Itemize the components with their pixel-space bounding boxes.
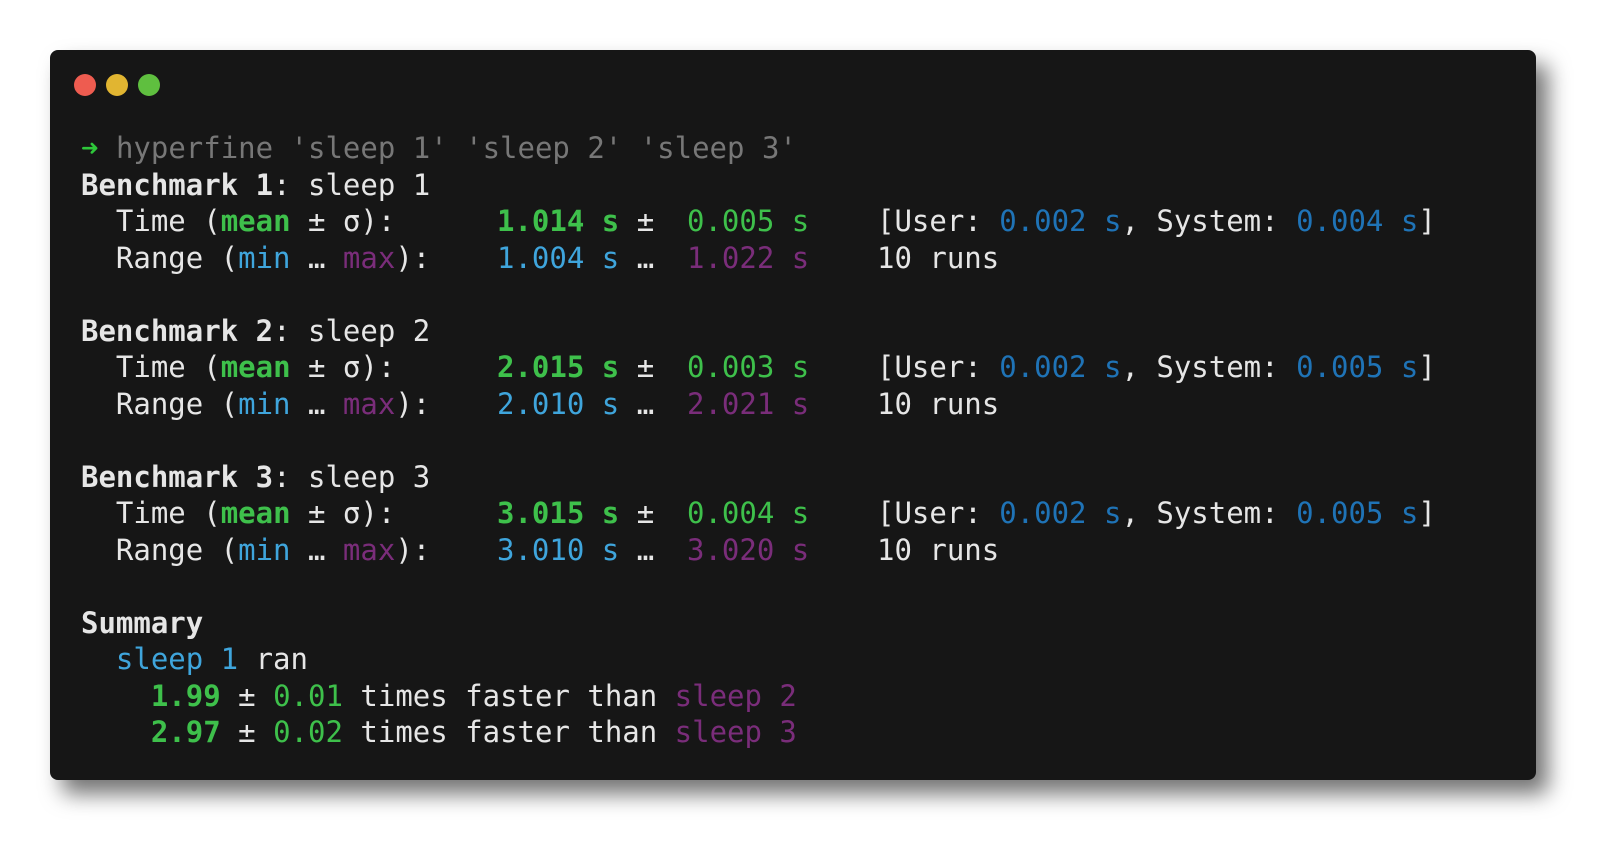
- mean-value: 3.015 s: [497, 496, 620, 530]
- system-time-value: 0.005: [1296, 496, 1384, 530]
- max-value: 1.022 s: [687, 240, 810, 275]
- range-line: Range (min … max): 3.010 s … 3.020 s 10 run…: [81, 532, 1436, 569]
- min-cell: 1.004 s …: [497, 240, 655, 275]
- minimize-button[interactable]: [106, 74, 128, 96]
- user-time-value: 0.002: [999, 496, 1087, 530]
- compared-command: sleep 2: [674, 678, 797, 713]
- benchmark-name: sleep 3: [307, 459, 431, 494]
- speedup-error: 0.02: [273, 715, 343, 749]
- close-button[interactable]: [74, 74, 96, 96]
- user-system-times: [User: 0.002 s, System: 0.005 s]: [877, 496, 1436, 530]
- mean-cell: 3.015 s ±: [497, 496, 655, 530]
- mean-cell: 2.015 s ±: [497, 350, 655, 384]
- sigma-value: 0.005 s: [687, 204, 810, 238]
- range-label: Range (min … max):: [115, 386, 431, 421]
- benchmark-header: Benchmark 2: sleep 2: [81, 313, 431, 348]
- terminal-window: ➜ hyperfine 'sleep 1' 'sleep 2' 'sleep 3…: [50, 50, 1536, 780]
- run-count: 10 runs: [877, 532, 1000, 567]
- benchmark-header: Benchmark 1: sleep 1: [81, 167, 431, 202]
- sigma-cell: 0.005 s: [687, 203, 877, 240]
- mean-cell: 1.014 s ±: [497, 204, 655, 238]
- speedup-ratio: 1.99: [150, 678, 221, 713]
- benchmark-label: Benchmark 3: [81, 459, 274, 494]
- time-label: Time (mean ± σ):: [115, 204, 396, 238]
- fastest-command: sleep 1: [115, 642, 239, 676]
- run-count: 10 runs: [877, 386, 1000, 421]
- sigma-cell: 0.004 s: [687, 495, 877, 532]
- min-value: 1.004 s: [497, 240, 620, 275]
- benchmark-label: Benchmark 1: [81, 167, 274, 202]
- sigma-cell: 0.003 s: [687, 349, 877, 386]
- min-value: 2.010 s: [497, 386, 620, 421]
- system-time-value: 0.005: [1296, 350, 1384, 384]
- summary-fastest-line: sleep 1 ran: [115, 642, 308, 676]
- time-line: Time (mean ± σ): 1.014 s ± 0.005 s [User: 0…: [81, 203, 1436, 240]
- user-time-value: 0.002: [999, 204, 1087, 238]
- sigma-value: 0.003 s: [687, 350, 810, 384]
- command-text: hyperfine 'sleep 1' 'sleep 2' 'sleep 3': [115, 131, 797, 165]
- max-value: 3.020 s: [687, 532, 810, 567]
- user-system-times: [User: 0.002 s, System: 0.004 s]: [877, 204, 1436, 238]
- speedup-error: 0.01: [273, 678, 343, 713]
- summary-heading: Summary: [81, 605, 204, 640]
- prompt-arrow-icon: ➜: [81, 131, 99, 165]
- run-count: 10 runs: [877, 240, 1000, 275]
- mean-value: 2.015 s: [497, 350, 620, 384]
- range-line: Range (min … max): 2.010 s … 2.021 s 10 run…: [81, 386, 1436, 423]
- max-value: 2.021 s: [687, 386, 810, 421]
- min-cell: 3.010 s …: [497, 532, 655, 567]
- terminal-output[interactable]: ➜ hyperfine 'sleep 1' 'sleep 2' 'sleep 3…: [81, 130, 1436, 751]
- user-time-value: 0.002: [999, 350, 1087, 384]
- mean-value: 1.014 s: [497, 204, 620, 238]
- min-value: 3.010 s: [497, 532, 620, 567]
- user-system-times: [User: 0.002 s, System: 0.005 s]: [877, 350, 1436, 384]
- range-line: Range (min … max): 1.004 s … 1.022 s 10 run…: [81, 240, 1436, 277]
- maximize-button[interactable]: [138, 74, 160, 96]
- range-label: Range (min … max):: [115, 240, 431, 275]
- max-cell: 3.020 s: [687, 532, 877, 569]
- benchmark-header: Benchmark 3: sleep 3: [81, 459, 431, 494]
- time-line: Time (mean ± σ): 3.015 s ± 0.004 s [User: 0…: [81, 495, 1436, 532]
- benchmark-label: Benchmark 2: [81, 313, 274, 348]
- speedup-ratio: 2.97: [150, 715, 221, 749]
- summary-comparison: 2.97 ± 0.02 times faster than sleep 3: [150, 715, 797, 749]
- max-cell: 2.021 s: [687, 386, 877, 423]
- compared-command: sleep 3: [674, 715, 797, 749]
- prompt-line: ➜ hyperfine 'sleep 1' 'sleep 2' 'sleep 3…: [81, 130, 1436, 167]
- sigma-value: 0.004 s: [687, 496, 810, 530]
- benchmark-name: sleep 2: [307, 313, 431, 348]
- benchmark-name: sleep 1: [307, 167, 431, 202]
- time-line: Time (mean ± σ): 2.015 s ± 0.003 s [User: 0…: [81, 349, 1436, 386]
- summary-comparison: 1.99 ± 0.01 times faster than sleep 2: [150, 678, 797, 713]
- time-label: Time (mean ± σ):: [115, 496, 396, 530]
- system-time-value: 0.004: [1296, 204, 1384, 238]
- min-cell: 2.010 s …: [497, 386, 655, 421]
- range-label: Range (min … max):: [115, 532, 431, 567]
- time-label: Time (mean ± σ):: [115, 350, 396, 384]
- max-cell: 1.022 s: [687, 240, 877, 277]
